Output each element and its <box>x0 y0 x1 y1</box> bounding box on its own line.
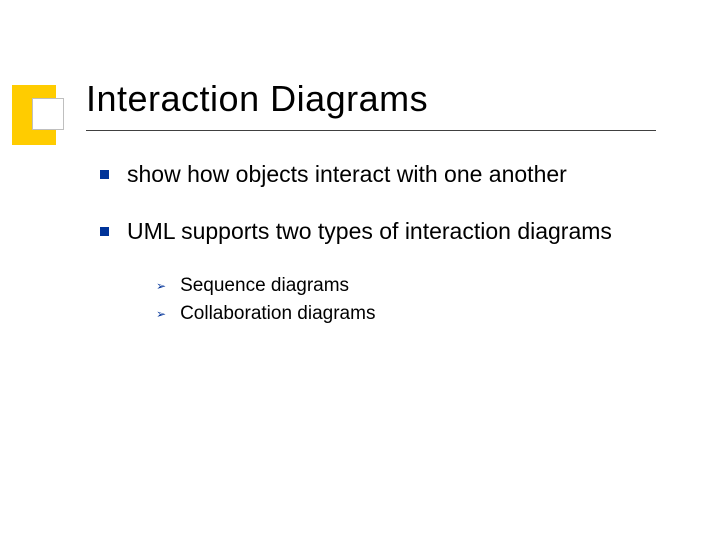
accent-square-inner <box>32 98 64 130</box>
sub-bullet-text: Sequence diagrams <box>180 274 349 299</box>
square-bullet-icon <box>100 170 109 179</box>
title-underline <box>86 130 656 131</box>
bullet-text: show how objects interact with one anoth… <box>127 160 567 189</box>
slide-title: Interaction Diagrams <box>86 78 428 120</box>
sub-bullet-item: ➢ Sequence diagrams <box>156 274 656 299</box>
bullet-text: UML supports two types of interaction di… <box>127 217 612 246</box>
sub-bullet-text: Collaboration diagrams <box>180 302 375 327</box>
sub-bullet-list: ➢ Sequence diagrams ➢ Collaboration diag… <box>156 274 656 327</box>
sub-bullet-item: ➢ Collaboration diagrams <box>156 302 656 327</box>
slide-body: show how objects interact with one anoth… <box>86 160 656 331</box>
arrow-bullet-icon: ➢ <box>156 307 166 321</box>
bullet-item: UML supports two types of interaction di… <box>86 217 656 246</box>
arrow-bullet-icon: ➢ <box>156 279 166 293</box>
slide: Interaction Diagrams show how objects in… <box>0 0 720 540</box>
bullet-item: show how objects interact with one anoth… <box>86 160 656 189</box>
square-bullet-icon <box>100 227 109 236</box>
